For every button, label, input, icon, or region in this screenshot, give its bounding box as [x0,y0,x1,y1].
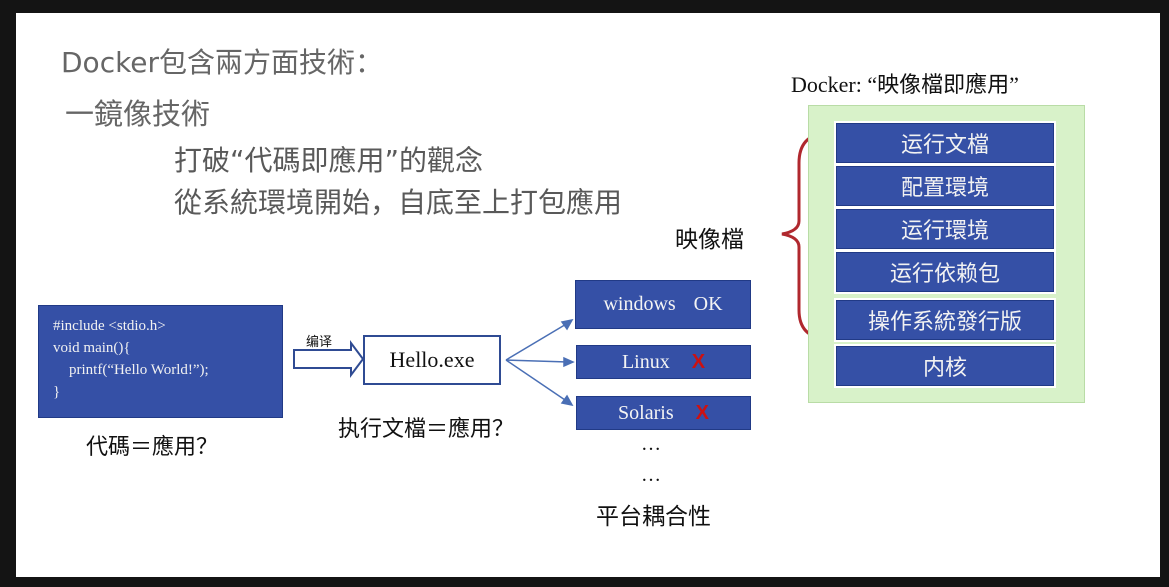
code-caption: 代碼＝應用？ [86,434,219,459]
executable-name: Hello.exe [389,347,475,372]
incompatible-x-icon: X [691,350,706,373]
code-box: #include <stdio.h> void main(){ printf(“… [38,305,283,418]
layer-runtime-env: 运行環境 [836,209,1054,249]
slide-title: Docker包含兩方面技術： [61,46,384,79]
subpoint-break-concept: 打破“代碼即應用”的觀念 [174,144,484,177]
incompatible-x-icon: X [695,401,709,424]
executable-box: Hello.exe [363,335,501,385]
ellipsis: … [641,464,661,486]
layer-dependencies: 运行依赖包 [836,252,1054,292]
platform-solaris: Solaris X [576,396,751,430]
layer-run-files: 运行文檔 [836,123,1054,163]
code-line: printf(“Hello World!”); [69,362,209,378]
executable-caption: 执行文檔＝應用？ [338,416,515,441]
code-line: } [53,384,61,400]
platform-status-ok: OK [693,293,723,315]
compile-label: 编译 [306,334,333,349]
code-line: void main(){ [53,340,131,356]
platform-name: Linux [621,350,670,373]
point-image-technology: 一鏡像技術 [65,97,211,131]
platform-linux: Linux X [576,345,751,379]
platform-arrows [505,318,575,407]
image-bracket-label: 映像檔 [675,227,744,252]
layer-config-env: 配置環境 [836,166,1054,206]
layer-os-distro: 操作系統發行版 [836,300,1054,340]
docker-title: Docker: “映像檔即應用” [791,72,1019,97]
layer-kernel: 内核 [836,346,1054,386]
code-line: #include <stdio.h> [53,318,166,334]
platform-name: windows [603,293,676,315]
ellipsis: … [641,433,661,455]
platform-name: Solaris [618,401,674,424]
slide: Docker包含兩方面技術： 一鏡像技術 打破“代碼即應用”的觀念 從系統環境開… [16,13,1160,577]
subpoint-bottom-up: 從系統環境開始，自底至上打包應用 [174,186,623,219]
platform-coupling-caption: 平台耦合性 [596,504,711,529]
platform-windows: windows OK [575,280,751,329]
